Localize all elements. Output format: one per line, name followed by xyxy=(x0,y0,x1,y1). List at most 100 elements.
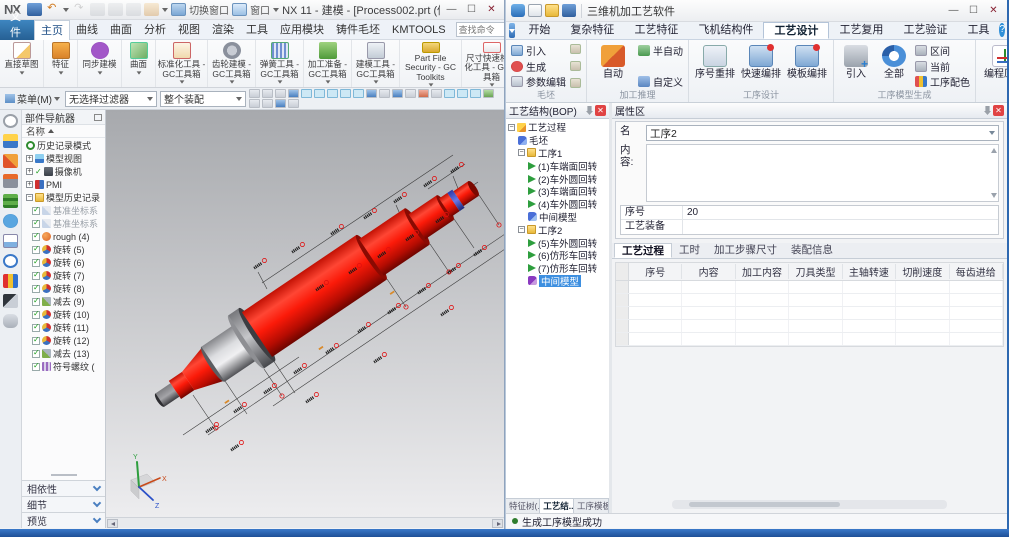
tab-process-structure[interactable]: 工艺结... xyxy=(540,499,574,513)
tree-item[interactable]: 工序2 xyxy=(506,223,609,236)
custom-inference-button[interactable]: 自定义 xyxy=(638,74,683,89)
checkbox-icon[interactable] xyxy=(32,220,40,228)
roles-palette-icon[interactable] xyxy=(3,274,18,288)
group-part-file-security[interactable]: Part File Security - GC Toolkits xyxy=(400,40,462,87)
brush-dropdown-icon[interactable] xyxy=(162,8,168,12)
midpoint-snap-icon[interactable] xyxy=(444,89,455,98)
undo-dropdown-icon[interactable] xyxy=(63,8,69,12)
more-tools-icon[interactable] xyxy=(288,99,299,108)
select-icon[interactable] xyxy=(249,89,260,98)
checkbox-icon[interactable] xyxy=(32,363,40,371)
tree-item[interactable]: ✓摄像机 xyxy=(22,165,105,178)
tab-process[interactable]: 工艺过程 xyxy=(614,243,672,258)
panel-resize-grip[interactable] xyxy=(22,470,105,480)
table-row[interactable] xyxy=(616,333,1003,346)
tree-item[interactable]: 模型视图 xyxy=(22,152,105,165)
tab-operation-template[interactable]: 工序模板 xyxy=(574,499,609,513)
format-brush-icon[interactable] xyxy=(144,3,159,16)
scroll-right-icon[interactable] xyxy=(492,519,503,528)
tree-item[interactable]: 历史记录模式 xyxy=(22,139,105,152)
expand-icon[interactable] xyxy=(26,168,33,175)
switch-window-label[interactable]: 切换窗口 xyxy=(189,2,229,17)
window-grid-icon[interactable] xyxy=(405,89,416,98)
web-browser-icon[interactable] xyxy=(3,234,18,248)
tab-assembly-info[interactable]: 装配信息 xyxy=(784,243,840,258)
save-file-icon[interactable] xyxy=(562,4,576,17)
tree-item[interactable]: (2)车外圆回转 xyxy=(506,172,609,185)
current-button[interactable]: 当前 xyxy=(915,59,970,74)
help-icon[interactable]: ? xyxy=(999,23,1005,37)
tree-item[interactable]: 旋转 (6) xyxy=(22,256,105,269)
switch-window-icon[interactable] xyxy=(171,3,186,16)
group-spring-tools[interactable]: 弹簧工具 - GC工具箱 xyxy=(256,40,304,87)
scroll-up-icon[interactable] xyxy=(991,148,997,153)
dependencies-section[interactable]: 相依性 xyxy=(22,480,105,496)
touch-mode-icon[interactable] xyxy=(3,314,18,328)
redo-icon[interactable] xyxy=(72,3,87,16)
horizontal-scrollbar[interactable] xyxy=(106,517,504,528)
selection-ball-icon[interactable] xyxy=(3,114,18,128)
tree-item[interactable]: 基准坐标系 xyxy=(22,204,105,217)
group-direct-sketch[interactable]: 直接草图 xyxy=(0,40,44,87)
collapse-icon[interactable] xyxy=(518,226,525,233)
group-machining-prep[interactable]: 加工准备 - GC工具箱 xyxy=(304,40,352,87)
tree-item[interactable]: 工艺过程 xyxy=(506,121,609,134)
checkbox-icon[interactable] xyxy=(32,233,40,241)
view-panel-icon[interactable] xyxy=(379,89,390,98)
quick-arrange-button[interactable]: 快速编排 xyxy=(740,43,782,89)
rect-select-icon[interactable] xyxy=(275,89,286,98)
render-style-icon[interactable] xyxy=(275,99,286,108)
pointer-icon[interactable] xyxy=(3,294,18,308)
tab-tools[interactable]: 工具 xyxy=(240,20,274,40)
viewport-3d[interactable]: X Y Z xyxy=(106,110,505,517)
template-arrange-button[interactable]: 模板编排 xyxy=(786,43,828,89)
tab-process-design[interactable]: 工艺设计 xyxy=(763,22,829,39)
point-snap-icon[interactable] xyxy=(353,89,364,98)
copy-icon[interactable] xyxy=(108,3,123,16)
reuse-library-icon[interactable] xyxy=(3,194,18,208)
tab-analysis[interactable]: 分析 xyxy=(138,20,172,40)
checkbox-icon[interactable] xyxy=(32,246,40,254)
tree-item[interactable]: 旋转 (5) xyxy=(22,243,105,256)
tab-feature-tree[interactable]: 特征树(.. xyxy=(506,499,540,513)
tree-item-selected[interactable]: 中间模型 xyxy=(506,275,609,288)
blank-extra-icon[interactable] xyxy=(570,44,581,54)
tree-item[interactable]: rough (4) xyxy=(22,230,105,243)
group-standardization-tools[interactable]: 标准化工具 - GC工具箱 xyxy=(156,40,208,87)
window-icon[interactable] xyxy=(232,3,247,16)
table-row[interactable] xyxy=(616,307,1003,320)
generate-blank-button[interactable]: 生成 xyxy=(511,59,566,74)
scroll-down-icon[interactable] xyxy=(991,193,997,198)
tree-item[interactable]: 减去 (13) xyxy=(22,347,105,360)
graphics-viewport[interactable]: X Y Z xyxy=(106,110,504,528)
tree-item[interactable]: 旋转 (8) xyxy=(22,282,105,295)
range-button[interactable]: 区间 xyxy=(915,43,970,58)
programming-origin-button[interactable]: 编程原点 xyxy=(981,43,1007,89)
checkbox-icon[interactable] xyxy=(32,272,40,280)
checkbox-icon[interactable] xyxy=(32,350,40,358)
blank-extra-icon[interactable] xyxy=(570,61,581,71)
field-row[interactable]: 序号20 xyxy=(621,206,998,220)
edit-params-button[interactable]: 参数编辑 xyxy=(511,74,566,89)
tree-item[interactable]: 旋转 (10) xyxy=(22,308,105,321)
hd3d-tool-icon[interactable] xyxy=(3,214,18,228)
file-menu-button[interactable]: 文件(F) xyxy=(0,20,34,40)
table-row[interactable] xyxy=(616,281,1003,294)
field-row[interactable]: 工艺装备 xyxy=(621,220,998,234)
sketch-tool-icon[interactable] xyxy=(431,89,442,98)
tab-surface[interactable]: 曲面 xyxy=(104,20,138,40)
paste-icon[interactable] xyxy=(126,3,141,16)
rotate-view-icon[interactable] xyxy=(262,99,273,108)
minimize-button[interactable]: — xyxy=(945,4,962,18)
details-section[interactable]: 细节 xyxy=(22,496,105,512)
blank-extra-icon[interactable] xyxy=(570,78,581,88)
constraint-navigator-icon[interactable] xyxy=(3,154,18,168)
name-column-header[interactable]: 名称 xyxy=(22,125,105,138)
intersection-snap-icon[interactable] xyxy=(457,89,468,98)
tree-item[interactable]: PMI xyxy=(22,178,105,191)
tab-process-reuse[interactable]: 工艺复用 xyxy=(829,22,893,39)
collapse-icon[interactable] xyxy=(508,124,515,131)
tree-item[interactable]: 模型历史记录 xyxy=(22,191,105,204)
import-op-model-button[interactable]: 引入 xyxy=(839,43,873,89)
group-dim-quick-format[interactable]: 尺寸快速格式化工具 - GC工具箱 xyxy=(462,40,504,87)
